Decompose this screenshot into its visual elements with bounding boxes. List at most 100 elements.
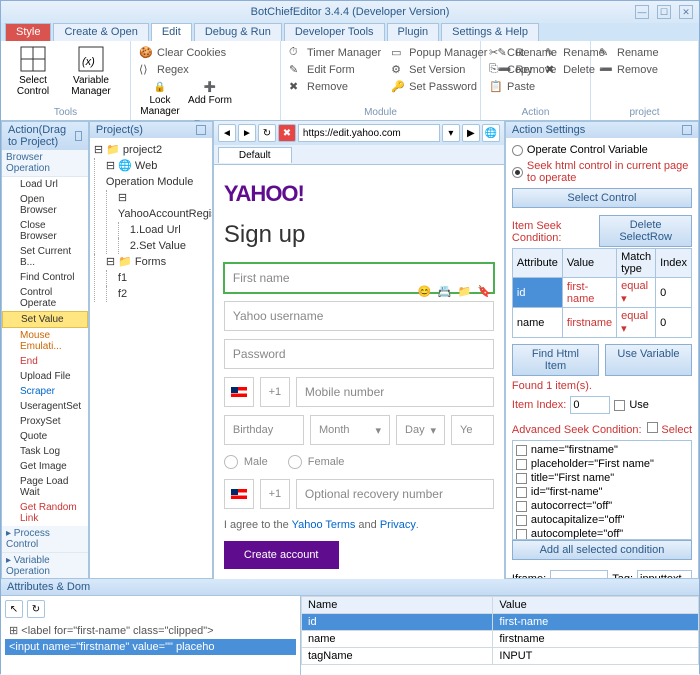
action-item[interactable]: Mouse Emulati...	[2, 328, 88, 354]
set-version-button[interactable]: ⚙Set Version	[389, 62, 489, 78]
year-select[interactable]: Ye	[451, 415, 494, 445]
tree-web-module[interactable]: ⊟ 🌐 Web Operation Module ⊟ YahooAccountR…	[94, 158, 208, 254]
table-row[interactable]: namefirstname	[302, 631, 699, 648]
select-checkbox[interactable]	[647, 422, 658, 433]
menu-developer-tools[interactable]: Developer Tools	[284, 23, 385, 41]
action-item[interactable]: Quote	[2, 429, 88, 444]
advanced-condition-item[interactable]: autocapitalize="off"	[515, 513, 689, 527]
male-radio[interactable]: Male	[224, 455, 268, 469]
clear-cookies-button[interactable]: 🍪Clear Cookies	[137, 45, 228, 61]
country-flag[interactable]	[224, 377, 254, 407]
privacy-link[interactable]: Privacy	[380, 519, 416, 531]
menu-edit[interactable]: Edit	[151, 23, 192, 41]
pin-icon[interactable]	[196, 125, 206, 135]
tree-load-url[interactable]: 1.Load Url	[118, 222, 208, 238]
advanced-condition-item[interactable]: title="First name"	[515, 471, 689, 485]
menu-settings-help[interactable]: Settings & Help	[441, 23, 539, 41]
url-input[interactable]	[298, 124, 440, 142]
copy-button[interactable]: ⎘Copy	[487, 62, 537, 78]
stop-button[interactable]: ✖	[278, 124, 296, 142]
minimize-icon[interactable]: —	[635, 5, 649, 19]
rename-project-button[interactable]: ✎Rename	[597, 45, 692, 61]
seek-html-radio[interactable]: Seek html control in current page to ope…	[512, 160, 692, 184]
cut-button[interactable]: ✂Cut	[487, 45, 537, 61]
advanced-condition-item[interactable]: placeholder="First name"	[515, 457, 689, 471]
item-index-input[interactable]	[570, 396, 610, 414]
tag-input[interactable]	[637, 570, 692, 578]
add-all-condition-button[interactable]: Add all selected condition	[512, 540, 692, 560]
action-item[interactable]: Task Log	[2, 444, 88, 459]
category-item[interactable]: ▸ Process Control	[2, 526, 88, 553]
operate-control-radio[interactable]: Operate Control Variable	[512, 144, 692, 156]
advanced-condition-item[interactable]: name="firstname"	[515, 443, 689, 457]
select-control-button[interactable]: Select Control	[5, 43, 61, 107]
month-select[interactable]: Month▾	[310, 415, 390, 445]
iframe-input[interactable]	[550, 570, 608, 578]
refresh-button[interactable]: ↻	[258, 124, 276, 142]
category-item[interactable]: ▸ Variable Operation	[2, 553, 88, 578]
pin-icon[interactable]	[75, 131, 82, 141]
action-item[interactable]: Find Control	[2, 270, 88, 285]
password-input[interactable]: Password	[224, 339, 494, 369]
close-icon[interactable]: ✕	[679, 5, 693, 19]
action-item[interactable]: End	[2, 354, 88, 369]
dom-input-selected[interactable]: <input name="firstname" value="" placeho	[5, 639, 296, 655]
action-item[interactable]: Get Random Link	[2, 500, 88, 526]
menu-style[interactable]: Style	[5, 23, 51, 41]
mobile-input[interactable]: Mobile number	[296, 377, 494, 407]
use-checkbox[interactable]	[614, 400, 625, 411]
lock-manager-button[interactable]: 🔒Lock Manager	[135, 80, 185, 119]
variable-manager-button[interactable]: (x)Variable Manager	[63, 43, 119, 107]
menu-plugin[interactable]: Plugin	[387, 23, 440, 41]
female-radio[interactable]: Female	[288, 455, 345, 469]
select-control-button[interactable]: Select Control	[512, 188, 692, 208]
action-item[interactable]: Page Load Wait	[2, 474, 88, 500]
remove-project-button[interactable]: ➖Remove	[597, 62, 692, 78]
action-item[interactable]: Load Url	[2, 177, 88, 192]
category-browser-operation[interactable]: Browser Operation	[2, 150, 88, 177]
table-row[interactable]: idfirst-nameequal ▾0	[512, 278, 691, 308]
action-item[interactable]: Close Browser	[2, 218, 88, 244]
action-item[interactable]: ProxySet	[2, 414, 88, 429]
action-item[interactable]: Scraper	[2, 384, 88, 399]
tree-f2[interactable]: f2	[106, 286, 208, 302]
set-password-button[interactable]: 🔑Set Password	[389, 79, 489, 95]
action-item[interactable]: Open Browser	[2, 192, 88, 218]
table-row[interactable]: namefirstnameequal ▾0	[512, 308, 691, 338]
action-item[interactable]: Set Current B...	[2, 244, 88, 270]
find-html-button[interactable]: Find Html Item	[512, 344, 599, 376]
menu-create-open[interactable]: Create & Open	[53, 23, 148, 41]
advanced-condition-item[interactable]: autocomplete="off"	[515, 527, 689, 540]
browser-tab[interactable]: Default	[218, 147, 292, 163]
regex-button[interactable]: ⟨⟩Regex	[137, 62, 228, 78]
action-item[interactable]: Get Image	[2, 459, 88, 474]
edit-form-button[interactable]: ✎Edit Form	[287, 62, 383, 78]
remove-button[interactable]: ✖Remove	[287, 79, 383, 95]
tree-forms[interactable]: ⊟ 📁 Forms f1 f2	[94, 254, 208, 302]
use-variable-button[interactable]: Use Variable	[605, 344, 692, 376]
day-select[interactable]: Day▾	[396, 415, 445, 445]
create-account-button[interactable]: Create account	[224, 541, 339, 569]
advanced-condition-item[interactable]: id="first-name"	[515, 485, 689, 499]
country-flag-2[interactable]	[224, 479, 254, 509]
tree-yahoo-module[interactable]: ⊟ YahooAccountRegister 1.Load Url 2.Set …	[106, 190, 208, 254]
yahoo-terms-link[interactable]: Yahoo Terms	[292, 519, 356, 531]
action-item[interactable]: Control Operate	[2, 285, 88, 311]
action-item[interactable]: Upload File	[2, 369, 88, 384]
go-button[interactable]: ▶	[462, 124, 480, 142]
cursor-icon[interactable]: ↖	[5, 600, 23, 618]
recovery-input[interactable]: Optional recovery number	[296, 479, 494, 509]
back-button[interactable]: ◄	[218, 124, 236, 142]
action-item[interactable]: UseragentSet	[2, 399, 88, 414]
tree-f1[interactable]: f1	[106, 270, 208, 286]
timer-manager-button[interactable]: ⏱Timer Manager	[287, 45, 383, 61]
dom-label[interactable]: ⊞ <label for="first-name" class="clipped…	[5, 622, 296, 639]
forward-button[interactable]: ►	[238, 124, 256, 142]
popup-manager-button[interactable]: ▭Popup Manager	[389, 45, 489, 61]
action-item[interactable]: Set Value	[2, 311, 88, 328]
maximize-icon[interactable]: ☐	[657, 5, 671, 19]
paste-button[interactable]: 📋Paste	[487, 79, 537, 95]
url-dropdown[interactable]: ▾	[442, 124, 460, 142]
globe-icon[interactable]: 🌐	[482, 124, 500, 142]
tree-project[interactable]: ⊟ 📁 project2 ⊟ 🌐 Web Operation Module ⊟ …	[94, 142, 208, 302]
